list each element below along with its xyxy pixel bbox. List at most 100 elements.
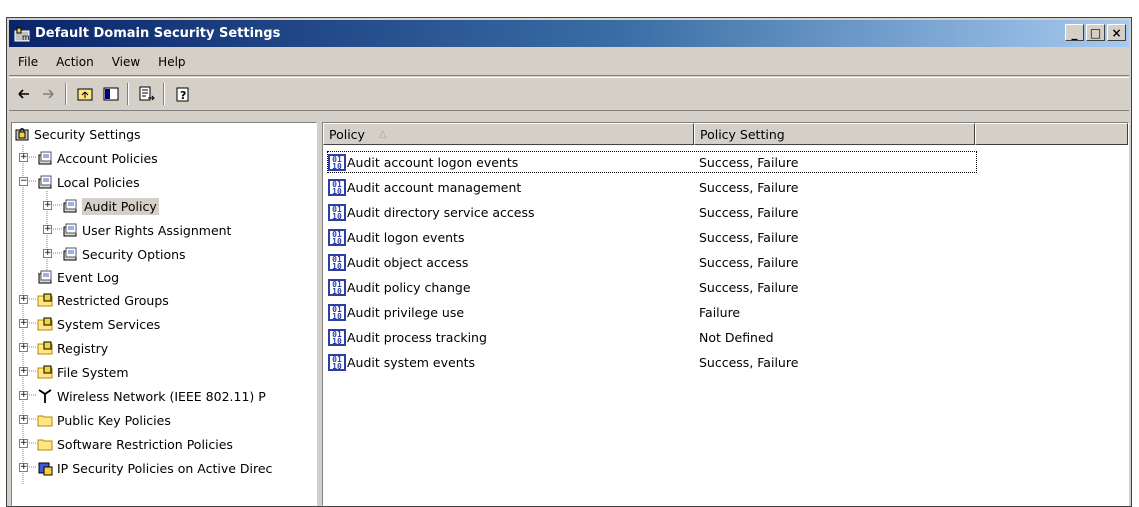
help-icon: ?: [176, 87, 189, 102]
table-row[interactable]: 01 10 Audit policy change Success, Failur…: [327, 276, 798, 298]
menu-action[interactable]: Action: [47, 55, 103, 69]
policy-folder-icon: [37, 174, 53, 190]
policy-name: Audit policy change: [347, 279, 471, 295]
tree-item-restricted-groups[interactable]: Restricted Groups: [37, 290, 169, 310]
expand-registry[interactable]: +: [19, 343, 28, 352]
expand-audit-policy[interactable]: +: [43, 201, 52, 210]
table-row[interactable]: 01 10 Audit account management Success, F…: [327, 176, 798, 198]
table-row[interactable]: 01 10 Audit process tracking Not Defined: [327, 326, 774, 348]
help-button[interactable]: ?: [171, 83, 195, 105]
show-hide-tree-icon: [103, 87, 119, 101]
audit-policy-icon: 01 10: [327, 153, 347, 171]
close-icon: ×: [1111, 25, 1122, 40]
up-one-level-button[interactable]: [73, 83, 97, 105]
tree-item-label: IP Security Policies on Active Direc: [57, 460, 273, 476]
expand-public-key-policies[interactable]: +: [19, 415, 28, 424]
tree-item-wireless-network[interactable]: Wireless Network (IEEE 802.11) P: [37, 386, 266, 406]
table-row[interactable]: 01 10 Audit privilege use Failure: [327, 301, 740, 323]
forward-arrow-icon: [43, 89, 54, 99]
expand-software-restriction[interactable]: +: [19, 439, 28, 448]
policy-folder-icon: [62, 222, 78, 238]
tree-item-label: Security Settings: [34, 126, 141, 142]
policy-setting: Success, Failure: [699, 354, 799, 370]
export-list-icon: [139, 86, 155, 101]
tree-item-account-policies[interactable]: Account Policies: [37, 148, 158, 168]
tree-item-file-system[interactable]: File System: [37, 362, 129, 382]
column-header-policy[interactable]: Policy △: [323, 123, 694, 145]
ip-security-icon: [37, 460, 53, 476]
tree-item-label: User Rights Assignment: [82, 222, 232, 238]
policy-folder-icon: [37, 150, 53, 166]
menu-file[interactable]: File: [9, 55, 47, 69]
folder-icon: [37, 412, 53, 428]
locked-folder-icon: [37, 316, 53, 332]
table-row[interactable]: 01 10 Audit system events Success, Failur…: [327, 351, 798, 373]
svg-text:m: m: [22, 33, 30, 42]
maximize-button[interactable]: □: [1086, 24, 1105, 41]
maximize-icon: □: [1089, 25, 1102, 40]
expand-security-options[interactable]: +: [43, 249, 52, 258]
tree-item-security-options[interactable]: Security Options: [62, 244, 186, 264]
toolbar-separator: [127, 83, 129, 105]
audit-policy-icon: 01 10: [327, 203, 347, 221]
expand-system-services[interactable]: +: [19, 319, 28, 328]
expand-restricted-groups[interactable]: +: [19, 295, 28, 304]
policy-setting: Success, Failure: [699, 254, 799, 270]
up-folder-icon: [77, 88, 93, 101]
tree-pane[interactable]: Security Settings + Account Policies − L…: [11, 122, 317, 506]
tree-item-software-restriction-policies[interactable]: Software Restriction Policies: [37, 434, 233, 454]
expand-wireless-network[interactable]: +: [19, 391, 28, 400]
title-bar[interactable]: m Default Domain Security Settings _ □ ×: [9, 20, 1129, 47]
policy-setting: Not Defined: [699, 329, 774, 345]
tree-item-security-settings[interactable]: Security Settings: [14, 124, 141, 144]
expand-user-rights[interactable]: +: [43, 225, 52, 234]
policy-name: Audit account management: [347, 179, 522, 195]
tree-item-ip-security-policies[interactable]: IP Security Policies on Active Direc: [37, 458, 272, 478]
menu-view[interactable]: View: [103, 55, 149, 69]
tree-item-event-log[interactable]: Event Log: [37, 267, 119, 287]
policy-name: Audit logon events: [347, 229, 465, 245]
tree-item-local-policies[interactable]: Local Policies: [37, 172, 140, 192]
expand-account-policies[interactable]: +: [19, 153, 28, 162]
security-settings-app-icon: m: [14, 26, 30, 42]
policy-folder-icon: [37, 269, 53, 285]
table-row[interactable]: 01 10 Audit object access Success, Failur…: [327, 251, 798, 273]
toolbar-separator: [65, 83, 67, 105]
forward-button[interactable]: [37, 83, 61, 105]
audit-policy-icon: 01 10: [327, 253, 347, 271]
tree-item-public-key-policies[interactable]: Public Key Policies: [37, 410, 171, 430]
menu-bar: File Action View Help: [9, 49, 1129, 76]
policy-name: Audit account logon events: [347, 154, 519, 170]
table-row[interactable]: 01 10 Audit account logon events Success,…: [327, 151, 977, 173]
tree-item-label: Software Restriction Policies: [57, 436, 233, 452]
back-arrow-icon: [18, 89, 29, 99]
minimize-button[interactable]: _: [1065, 24, 1084, 41]
expand-ip-security[interactable]: +: [19, 463, 28, 472]
policy-name: Audit system events: [347, 354, 476, 370]
column-header-empty[interactable]: [975, 123, 1128, 145]
table-row[interactable]: 01 10 Audit directory service access Succ…: [327, 201, 798, 223]
list-pane: Policy △ Policy Setting 01 10 Audit accou…: [322, 122, 1129, 506]
column-header-label: Policy: [329, 126, 365, 142]
column-header-policy-setting[interactable]: Policy Setting: [694, 123, 975, 145]
collapse-local-policies[interactable]: −: [19, 177, 28, 186]
policy-setting: Failure: [699, 304, 741, 320]
tree-item-audit-policy[interactable]: Audit Policy: [62, 196, 159, 216]
tree-item-system-services[interactable]: System Services: [37, 314, 160, 334]
export-list-button[interactable]: [135, 83, 159, 105]
tree-item-label: Event Log: [57, 269, 120, 285]
column-header-label: Policy Setting: [700, 126, 785, 142]
tree-item-label: File System: [57, 364, 129, 380]
locked-folder-icon: [37, 340, 53, 356]
tree-item-user-rights-assignment[interactable]: User Rights Assignment: [62, 220, 231, 240]
menu-help[interactable]: Help: [149, 55, 194, 69]
expand-file-system[interactable]: +: [19, 367, 28, 376]
tree-item-label: Local Policies: [57, 174, 140, 190]
back-button[interactable]: [11, 83, 35, 105]
tree-item-label: Security Options: [82, 246, 186, 262]
close-button[interactable]: ×: [1107, 24, 1126, 41]
tree-item-registry[interactable]: Registry: [37, 338, 108, 358]
table-row[interactable]: 01 10 Audit logon events Success, Failure: [327, 226, 798, 248]
audit-policy-icon: 01 10: [327, 228, 347, 246]
show-hide-tree-button[interactable]: [99, 83, 123, 105]
